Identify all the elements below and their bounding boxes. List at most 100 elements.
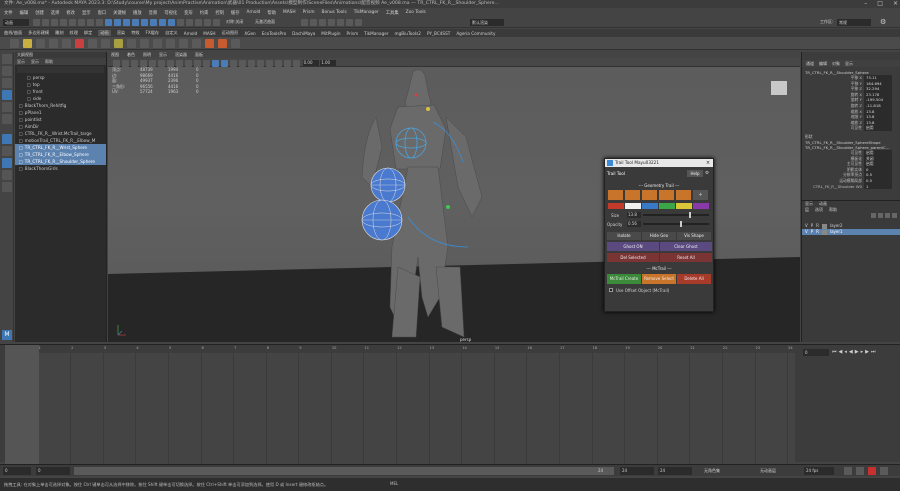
channel-tab[interactable]: 通道 [806,60,814,67]
reset-all-button[interactable]: Reset All [660,253,712,262]
step-forward-key-icon[interactable]: ▶ [865,349,869,355]
shelf-tab[interactable]: 雕刻 [55,30,63,36]
menu-item[interactable]: 控制 [215,10,224,16]
no-live-surface[interactable]: 无激活曲面 [255,19,275,25]
resolution-gate-icon[interactable] [167,60,174,67]
layer-down-icon[interactable] [878,213,883,218]
outliner-item[interactable]: □ BlackThornGirls [15,165,106,172]
ghost-on-button[interactable]: Ghost ON [607,242,659,251]
shelf-tab[interactable]: MitPlugin [321,31,340,36]
select-component-icon[interactable] [96,19,103,26]
shelf-ik-icon[interactable] [127,39,136,48]
remove-select-button[interactable]: Remove Select [642,274,676,284]
symmetry-label[interactable]: 对称:关闭 [226,19,243,25]
render-setup-icon[interactable] [346,19,353,26]
xray-icon[interactable] [284,60,291,67]
go-end-icon[interactable]: ⏭ [871,349,876,355]
open-scene-icon[interactable] [42,19,49,26]
channel-tab[interactable]: 显示 [845,60,853,67]
step-back-icon[interactable]: ◂ [844,349,847,355]
shelf-ghost-icon[interactable] [75,39,84,48]
color-swatch[interactable] [693,203,709,209]
shelf-tab[interactable]: 绑定 [84,30,92,36]
play-back-icon[interactable]: ◀ [849,349,853,355]
layer-reference-toggle[interactable]: R [816,229,819,235]
menu-item[interactable]: 缓存 [231,10,240,16]
trail-sphere-icon[interactable] [608,190,623,200]
shelf-scale-icon[interactable] [179,39,188,48]
ipr-render-icon[interactable] [310,19,317,26]
help-button[interactable]: Help [687,170,703,177]
exposure-field[interactable]: 0.00 [302,60,319,66]
shelf-tab[interactable]: EcoToolsPro [262,31,286,36]
shelf-dope-icon[interactable] [49,39,58,48]
shelf-aim-icon[interactable] [153,39,162,48]
render-preset-select[interactable]: 默认渲染 [470,19,504,26]
channel-tab[interactable]: 对象 [832,60,840,67]
layer-row[interactable]: V P Rlayer1 [802,229,900,235]
fps-select[interactable]: 24 fps [804,467,834,475]
layer-menu-item[interactable]: 层 [805,207,809,213]
render-view-icon[interactable] [337,19,344,26]
outliner-search-input[interactable] [17,66,104,73]
menu-item[interactable]: 选择 [51,10,60,16]
snap-curve-icon[interactable] [195,19,202,26]
shelf-motion-trail-icon[interactable] [88,39,97,48]
outliner-menu-item[interactable]: 显示 [31,58,39,65]
shelf-constraint-icon[interactable] [140,39,149,48]
mask-dynamic-icon[interactable] [150,19,157,26]
current-frame-marker[interactable] [5,345,39,465]
shelf-key-icon[interactable] [10,39,19,48]
menu-item[interactable]: 创建 [35,10,44,16]
shelf-graph-icon[interactable] [36,39,45,48]
lock-icon[interactable] [177,19,184,26]
trail-tool-titlebar[interactable]: Trail Tool Mayu03221 [605,159,713,167]
layer-menu-item[interactable]: 选项 [815,207,823,213]
shelf-tab[interactable]: 曲线/曲面 [4,30,22,36]
prefs-icon[interactable] [880,467,888,475]
channel-attr-row[interactable]: CTRL_FK_R__Shoulder W0 1 [802,183,900,190]
gamma-field[interactable]: 1.00 [320,60,337,66]
trail-tool-close-icon[interactable]: × [703,159,713,167]
wire-on-shaded-icon[interactable] [230,60,237,67]
offset-checkbox[interactable] [609,288,613,292]
range-bar[interactable]: 24 [74,467,614,475]
shelf-tab[interactable]: TikManager [364,31,388,36]
xray-joints-icon[interactable] [293,60,300,67]
outliner-layout-icon[interactable] [2,158,12,168]
channel-attr-value[interactable]: 1 [864,183,892,190]
clear-ghost-button[interactable]: Clear Ghost [660,242,712,251]
graph-layout-icon[interactable] [2,170,12,180]
menu-item[interactable]: Bonus Tools [322,10,347,15]
close-icon[interactable]: × [893,0,898,8]
snap-point-icon[interactable] [204,19,211,26]
shelf-tab[interactable]: Arnold [184,31,198,36]
outliner-item[interactable]: □ persp [15,74,106,81]
menu-item[interactable]: 文件 [4,10,13,16]
layer-menu-item[interactable]: 帮助 [829,207,837,213]
menu-item[interactable]: TikManager [354,10,379,15]
lasso-tool-icon[interactable] [2,66,12,76]
mask-joint-icon[interactable] [114,19,121,26]
timeline-ruler[interactable]: 0123456789101112131415161718192021222324 [5,345,795,353]
shelf-pole-icon[interactable] [192,39,201,48]
step-back-key-icon[interactable]: ◀ [839,349,843,355]
snap-grid-icon[interactable] [186,19,193,26]
camera-select-icon[interactable] [113,60,120,67]
menu-item[interactable]: Prism [303,10,315,15]
outliner-item[interactable]: □ front [15,88,106,95]
menu-item[interactable]: 可视化 [164,10,177,16]
outliner-item[interactable]: □ TR_CTRL_FK_R__Wrist_Sphere [15,144,106,151]
menu-item[interactable]: 工具集 [386,10,399,16]
go-start-icon[interactable]: ⏮ [832,349,837,355]
shelf-orient-icon[interactable] [166,39,175,48]
select-hierarchy-icon[interactable] [78,19,85,26]
mask-misc-icon[interactable] [168,19,175,26]
outliner-item[interactable]: □ top [15,81,106,88]
size-field[interactable]: 13.8 [627,212,641,218]
end-time-field[interactable]: 24 [658,467,692,475]
new-layer-icon[interactable] [885,213,890,218]
menu-item[interactable]: Zoo Tools [406,10,426,15]
select-mask-icon[interactable] [105,19,112,26]
render-settings-icon[interactable] [319,19,326,26]
